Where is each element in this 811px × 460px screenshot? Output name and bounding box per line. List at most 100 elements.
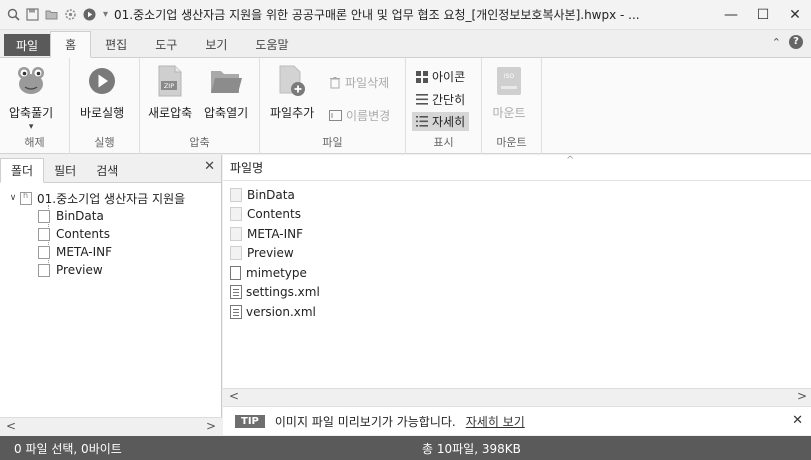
tree-item-label: BinData <box>56 209 104 223</box>
status-bar: 0 파일 선택, 0바이트 총 10파일, 398KB <box>0 436 811 460</box>
file-row[interactable]: mimetype <box>230 263 811 283</box>
collapse-ribbon-icon[interactable]: ⌃ <box>772 36 781 49</box>
tab-help[interactable]: 도움말 <box>241 31 302 57</box>
file-list: BinData Contents META-INF Preview mimety… <box>223 181 811 322</box>
open-folder-icon[interactable] <box>44 8 58 22</box>
rename-button[interactable]: 이름변경 <box>329 107 390 124</box>
close-button[interactable]: ✕ <box>779 7 811 23</box>
tip-details-link[interactable]: 자세히 보기 <box>466 413 525 430</box>
scroll-left-icon[interactable]: < <box>229 389 239 403</box>
tab-filter[interactable]: 필터 <box>44 158 86 182</box>
view-simple-label: 간단히 <box>432 93 466 107</box>
folder-icon <box>230 246 242 261</box>
file-name: mimetype <box>246 265 307 280</box>
blank-file-icon <box>230 265 241 280</box>
tree-item-preview[interactable]: Preview <box>0 261 221 279</box>
trash-icon <box>330 77 340 89</box>
unzip-dropdown[interactable]: ▾ <box>29 122 34 132</box>
maximize-button[interactable]: ☐ <box>747 7 779 23</box>
tab-view[interactable]: 보기 <box>191 31 241 57</box>
run-button[interactable]: 바로실행 <box>80 64 124 121</box>
play-circle-icon <box>85 64 119 98</box>
zip-file-icon: ZIP <box>153 64 187 98</box>
open-folder-large-icon <box>209 64 243 98</box>
new-archive-button[interactable]: ZIP 새로압축 <box>148 64 192 121</box>
search-icon[interactable] <box>6 8 20 22</box>
folder-panel-close-icon[interactable]: ✕ <box>204 159 215 174</box>
ribbon-group-view: 아이콘 간단히 자세히 표시 <box>406 58 482 154</box>
tip-close-icon[interactable]: ✕ <box>792 413 803 428</box>
view-icons-button[interactable]: 아이콘 <box>416 68 465 85</box>
tab-file[interactable]: 파일 <box>4 34 51 56</box>
add-file-button[interactable]: 파일추가 <box>270 64 314 121</box>
archive-file-icon <box>20 191 32 205</box>
new-archive-label: 새로압축 <box>148 106 193 120</box>
ribbon: 압축풀기 ▾ 해제 바로실행 실행 ZIP 새로압축 압축열기 압축 파일추가 … <box>0 58 811 154</box>
folder-icon <box>230 226 242 241</box>
tip-text: 이미지 파일 미리보기가 가능합니다. <box>274 414 456 429</box>
window-title: 01.중소기업 생산자금 지원을 위한 공공구매론 안내 및 업무 협조 요청_… <box>114 8 640 22</box>
view-detail-label: 자세히 <box>432 115 466 129</box>
play-icon[interactable] <box>82 8 96 22</box>
settings-icon[interactable] <box>63 8 77 22</box>
tree-item-label: Preview <box>56 263 103 277</box>
open-archive-button[interactable]: 압축열기 <box>204 64 248 121</box>
save-icon[interactable] <box>25 8 39 22</box>
file-name: Contents <box>247 207 301 222</box>
status-selection: 0 파일 선택, 0바이트 <box>14 441 122 456</box>
file-list-hscrollbar[interactable]: < > <box>223 388 811 405</box>
scroll-right-icon[interactable]: > <box>797 389 807 403</box>
folder-panel: 폴더 필터 검색 ✕ ∨ 01.중소기업 생산자금 지원을 BinData Co… <box>0 155 222 435</box>
file-name: settings.xml <box>246 285 320 300</box>
file-row[interactable]: version.xml <box>230 302 811 322</box>
file-list-panel: 파일명 ^ BinData Contents META-INF Preview … <box>223 155 811 403</box>
ribbon-group-mount: ISO 마운트 마운트 <box>482 58 542 154</box>
column-header-filename[interactable]: 파일명 <box>230 159 263 176</box>
add-file-label: 파일추가 <box>270 106 315 120</box>
group-label-mount: 마운트 <box>496 136 527 149</box>
scroll-left-icon[interactable]: < <box>6 419 16 433</box>
rename-icon <box>329 110 342 121</box>
file-row[interactable]: settings.xml <box>230 283 811 303</box>
delete-file-button[interactable]: 파일삭제 <box>329 74 389 91</box>
tab-search[interactable]: 검색 <box>86 158 128 182</box>
ribbon-group-unzip: 압축풀기 ▾ 해제 <box>0 58 70 154</box>
view-icons-label: 아이콘 <box>432 70 466 84</box>
delete-file-label: 파일삭제 <box>345 76 390 90</box>
minimize-button[interactable]: — <box>715 7 747 23</box>
file-row[interactable]: META-INF <box>230 224 811 244</box>
tree-item-meta-inf[interactable]: META-INF <box>0 243 221 261</box>
file-row[interactable]: Contents <box>230 205 811 225</box>
expand-chevron-icon[interactable]: ∨ <box>6 193 20 203</box>
zip-tag: ZIP <box>164 82 174 90</box>
list-icon <box>416 94 428 105</box>
file-name: BinData <box>247 187 295 202</box>
tab-folder[interactable]: 폴더 <box>0 158 45 183</box>
folder-panel-hscrollbar[interactable]: < > <box>0 417 222 435</box>
file-row[interactable]: Preview <box>230 244 811 264</box>
tree-item-bindata[interactable]: BinData <box>0 207 221 225</box>
help-icon[interactable]: ? <box>789 35 803 49</box>
tip-bar: TIP 이미지 파일 미리보기가 가능합니다. 자세히 보기 ✕ <box>223 406 811 435</box>
quick-access-dropdown[interactable]: ▾ <box>103 9 108 20</box>
tab-edit[interactable]: 편집 <box>91 31 141 57</box>
view-simple-button[interactable]: 간단히 <box>416 91 465 108</box>
grid-icon <box>416 70 428 83</box>
unzip-button[interactable]: 압축풀기 ▾ <box>9 64 53 132</box>
folder-icon <box>38 245 50 259</box>
tree-root[interactable]: ∨ 01.중소기업 생산자금 지원을 <box>0 189 221 207</box>
file-row[interactable]: BinData <box>230 185 811 205</box>
mount-button[interactable]: ISO 마운트 <box>492 64 526 121</box>
run-button-label: 바로실행 <box>80 106 125 120</box>
scroll-right-icon[interactable]: > <box>206 419 216 433</box>
tree-item-contents[interactable]: Contents <box>0 225 221 243</box>
view-detail-button[interactable]: 자세히 <box>412 112 470 131</box>
rename-label: 이름변경 <box>346 109 391 123</box>
iso-disk-icon: ISO <box>492 64 526 98</box>
sort-caret-icon: ^ <box>566 155 575 166</box>
file-name: Preview <box>247 246 294 261</box>
tab-tools[interactable]: 도구 <box>141 31 191 57</box>
mount-label: 마운트 <box>492 106 526 120</box>
tab-home[interactable]: 홈 <box>50 31 92 58</box>
tree-root-label: 01.중소기업 생산자금 지원을 <box>37 191 186 206</box>
